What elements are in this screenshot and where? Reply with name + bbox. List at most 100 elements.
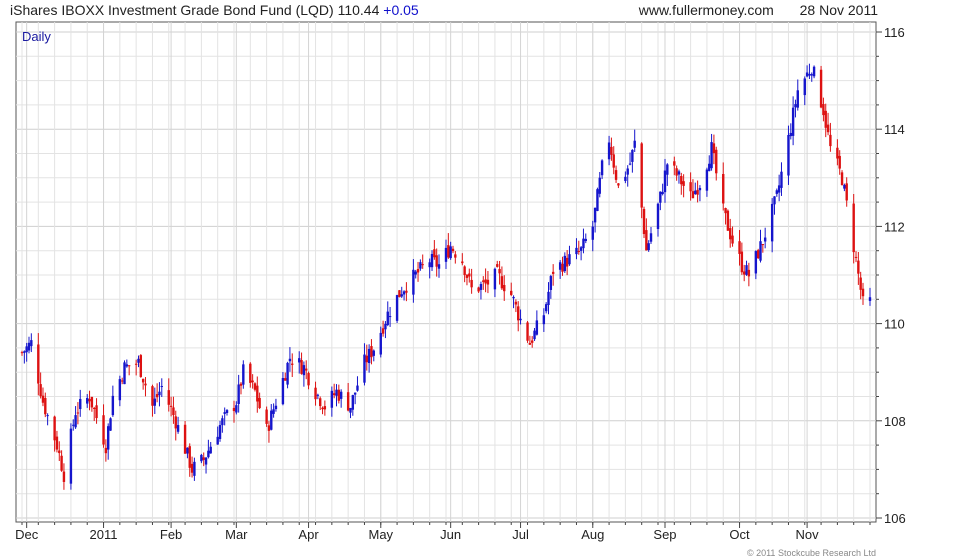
y-tick-label: 108 bbox=[884, 414, 906, 429]
candle-body bbox=[517, 306, 520, 321]
candle-body bbox=[39, 384, 42, 397]
candle-body bbox=[330, 390, 334, 408]
y-tick-label: 114 bbox=[884, 122, 905, 137]
candle-body bbox=[593, 207, 597, 223]
candle-body bbox=[90, 396, 94, 408]
candle-body bbox=[53, 416, 56, 441]
candle-body bbox=[449, 246, 452, 259]
candle-body bbox=[370, 346, 373, 358]
candle-body bbox=[544, 304, 548, 312]
candle-body bbox=[72, 424, 75, 426]
candle-body bbox=[468, 273, 471, 277]
candle-body bbox=[712, 143, 716, 154]
candle-body bbox=[27, 342, 31, 351]
candle-body bbox=[740, 251, 744, 273]
candle-body bbox=[172, 407, 175, 416]
candle-body bbox=[694, 190, 697, 195]
candle-body bbox=[624, 176, 627, 182]
candle-body bbox=[367, 348, 371, 364]
candle-body bbox=[465, 274, 469, 278]
candle-body bbox=[645, 230, 648, 251]
candle-body bbox=[628, 163, 632, 165]
candle-body bbox=[731, 235, 734, 244]
candle-body bbox=[787, 134, 790, 176]
candle-body bbox=[461, 261, 464, 264]
candle-body bbox=[253, 383, 257, 390]
candle-body bbox=[232, 407, 236, 412]
x-tick-label: Jun bbox=[440, 527, 461, 542]
candle-body bbox=[617, 183, 620, 186]
candle-body bbox=[696, 189, 699, 195]
candle-body bbox=[854, 256, 858, 258]
candle-body bbox=[463, 266, 466, 276]
candle-body bbox=[575, 247, 578, 255]
y-tick-label: 106 bbox=[884, 511, 906, 526]
candle-body bbox=[144, 383, 147, 386]
candle-body bbox=[55, 436, 59, 450]
candle-body bbox=[535, 320, 539, 335]
candle-body bbox=[421, 264, 424, 266]
candle-body bbox=[235, 405, 238, 413]
candle-body bbox=[642, 209, 646, 235]
candle-body bbox=[470, 279, 473, 288]
candle-body bbox=[127, 365, 131, 367]
candle-body bbox=[454, 254, 457, 258]
candle-body bbox=[826, 124, 830, 133]
y-tick-label: 116 bbox=[884, 25, 905, 40]
candle-body bbox=[106, 426, 110, 450]
candle-body bbox=[316, 394, 320, 396]
candle-body bbox=[482, 280, 485, 282]
candle-body bbox=[729, 228, 732, 240]
candle-body bbox=[724, 208, 727, 214]
candle-body bbox=[770, 203, 774, 242]
candle-body bbox=[708, 163, 711, 172]
candle-body bbox=[318, 398, 322, 407]
candle-body bbox=[428, 262, 431, 268]
candle-body bbox=[612, 154, 615, 168]
candle-body bbox=[58, 450, 61, 454]
candle-body bbox=[155, 394, 159, 398]
candle-body bbox=[561, 263, 564, 272]
candle-body bbox=[249, 363, 252, 383]
candle-body bbox=[288, 358, 292, 362]
candle-body bbox=[225, 410, 229, 413]
candle-body bbox=[109, 418, 112, 431]
candle-body bbox=[845, 183, 848, 201]
candle-body bbox=[530, 340, 534, 343]
candle-body bbox=[102, 415, 105, 445]
candle-body bbox=[384, 323, 387, 330]
x-tick-label: Dec bbox=[15, 527, 39, 542]
candle-body bbox=[270, 410, 273, 430]
candle-body bbox=[705, 169, 709, 191]
candle-body bbox=[661, 192, 664, 194]
candle-body bbox=[414, 271, 417, 275]
candle-body bbox=[600, 160, 604, 176]
candle-body bbox=[493, 268, 497, 290]
candle-body bbox=[738, 241, 741, 254]
candle-body bbox=[689, 182, 692, 192]
candle-body bbox=[151, 386, 154, 406]
candle-body bbox=[256, 385, 259, 402]
y-tick-label: 112 bbox=[884, 219, 905, 234]
candle-body bbox=[223, 412, 226, 414]
candle-body bbox=[549, 276, 553, 290]
candle-body bbox=[551, 271, 555, 274]
candle-body bbox=[349, 407, 352, 413]
candle-body bbox=[202, 457, 205, 460]
candle-body bbox=[433, 249, 436, 258]
candle-body bbox=[237, 384, 240, 405]
candle-body bbox=[242, 364, 245, 385]
candle-body bbox=[218, 425, 222, 440]
candle-body bbox=[803, 78, 806, 96]
candle-body bbox=[60, 455, 63, 471]
candle-body bbox=[824, 110, 827, 128]
candle-body bbox=[677, 171, 681, 175]
candle-body bbox=[44, 398, 47, 415]
candle-body bbox=[607, 142, 611, 160]
candle-body bbox=[500, 276, 504, 289]
candle-body bbox=[193, 461, 196, 476]
candle-body bbox=[265, 409, 268, 424]
candle-body bbox=[745, 265, 748, 275]
candle-body bbox=[808, 73, 811, 76]
candle-body bbox=[291, 363, 294, 365]
